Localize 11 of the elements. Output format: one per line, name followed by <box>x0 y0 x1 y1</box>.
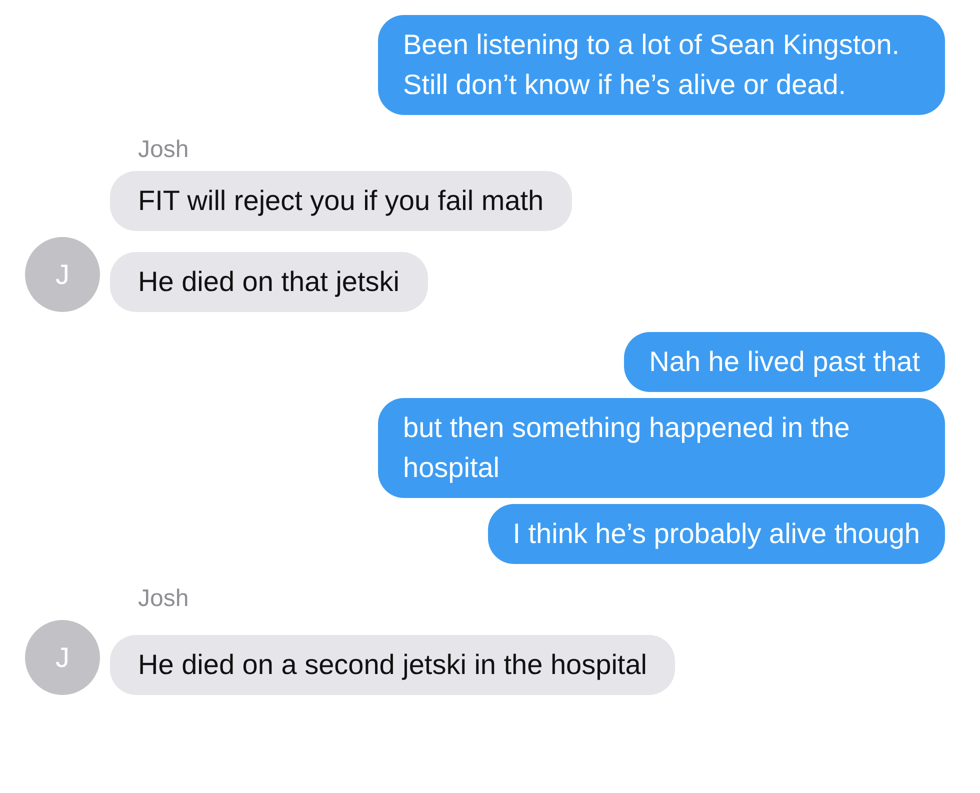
avatar: J <box>25 237 100 312</box>
sent-message-bubble: Been listening to a lot of Sean Kingston. Still don’t know if he’s alive or dead. <box>378 15 945 115</box>
sent-message-bubble: Nah he lived past that <box>624 332 945 392</box>
avatar: J <box>25 620 100 695</box>
sender-name: Josh <box>137 584 190 614</box>
sent-message-bubble: but then something happened in the hospital <box>378 398 945 498</box>
sender-name: Josh <box>137 135 190 165</box>
received-message-bubble: He died on a second jetski in the hospital <box>110 635 675 695</box>
sent-message-bubble: I think he’s probably alive though <box>488 504 945 564</box>
received-message-bubble: FIT will reject you if you fail math <box>110 171 572 231</box>
received-message-bubble: He died on that jetski <box>110 252 428 312</box>
